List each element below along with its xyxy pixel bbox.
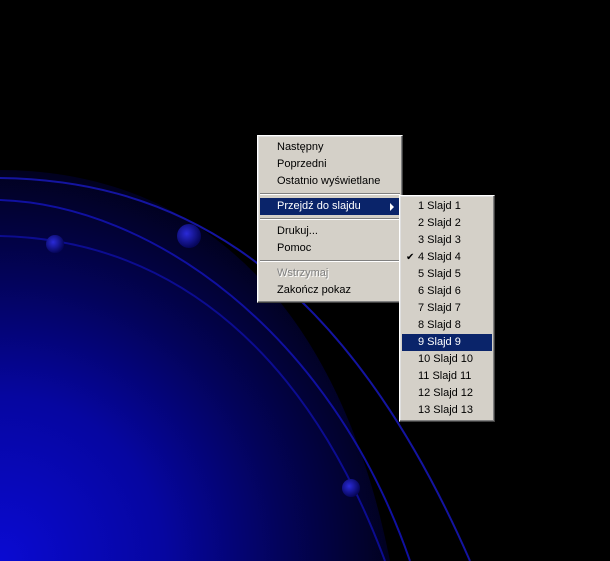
chevron-right-icon [390,203,394,211]
background-orb [46,235,64,253]
slide-item-8[interactable]: 8 Slajd 8 [402,317,492,334]
menu-item-end-show[interactable]: Zakończ pokaz [260,282,400,299]
slide-item-11[interactable]: 11 Slajd 11 [402,368,492,385]
slide-item-1[interactable]: 1 Slajd 1 [402,198,492,215]
slide-item-12[interactable]: 12 Slajd 12 [402,385,492,402]
check-icon: ✔ [406,252,415,263]
menu-item-pause: Wstrzymaj [277,267,329,279]
menu-separator [260,218,400,220]
menu-item-print[interactable]: Drukuj... [260,223,400,240]
slide-item-6[interactable]: 6 Slajd 6 [402,283,492,300]
slide-item-4[interactable]: ✔ 4 Slajd 4 [402,249,492,266]
menu-item-go-to-slide[interactable]: Przejdź do slajdu [260,198,400,215]
menu-item-next[interactable]: Następny [260,139,400,156]
background-orb [342,479,360,497]
background-orb [177,224,201,248]
menu-item-help[interactable]: Pomoc [260,240,400,257]
slide-item-2[interactable]: 2 Slajd 2 [402,215,492,232]
menu-item-last-viewed[interactable]: Ostatnio wyświetlane [260,173,400,190]
menu-separator [260,260,400,262]
context-menu: Następny Poprzedni Ostatnio wyświetlane … [257,135,403,303]
slide-item-9[interactable]: 9 Slajd 9 [402,334,492,351]
menu-item-previous[interactable]: Poprzedni [260,156,400,173]
slide-item-3[interactable]: 3 Slajd 3 [402,232,492,249]
slide-item-7[interactable]: 7 Slajd 7 [402,300,492,317]
go-to-slide-submenu: 1 Slajd 1 2 Slajd 2 3 Slajd 3 ✔ 4 Slajd … [399,195,495,422]
slide-item-10[interactable]: 10 Slajd 10 [402,351,492,368]
menu-item-go-to-slide-label: Przejdź do slajdu [277,200,361,212]
slide-item-4-label: 4 Slajd 4 [418,251,461,263]
slide-item-5[interactable]: 5 Slajd 5 [402,266,492,283]
menu-separator [260,193,400,195]
slide-item-13[interactable]: 13 Slajd 13 [402,402,492,419]
